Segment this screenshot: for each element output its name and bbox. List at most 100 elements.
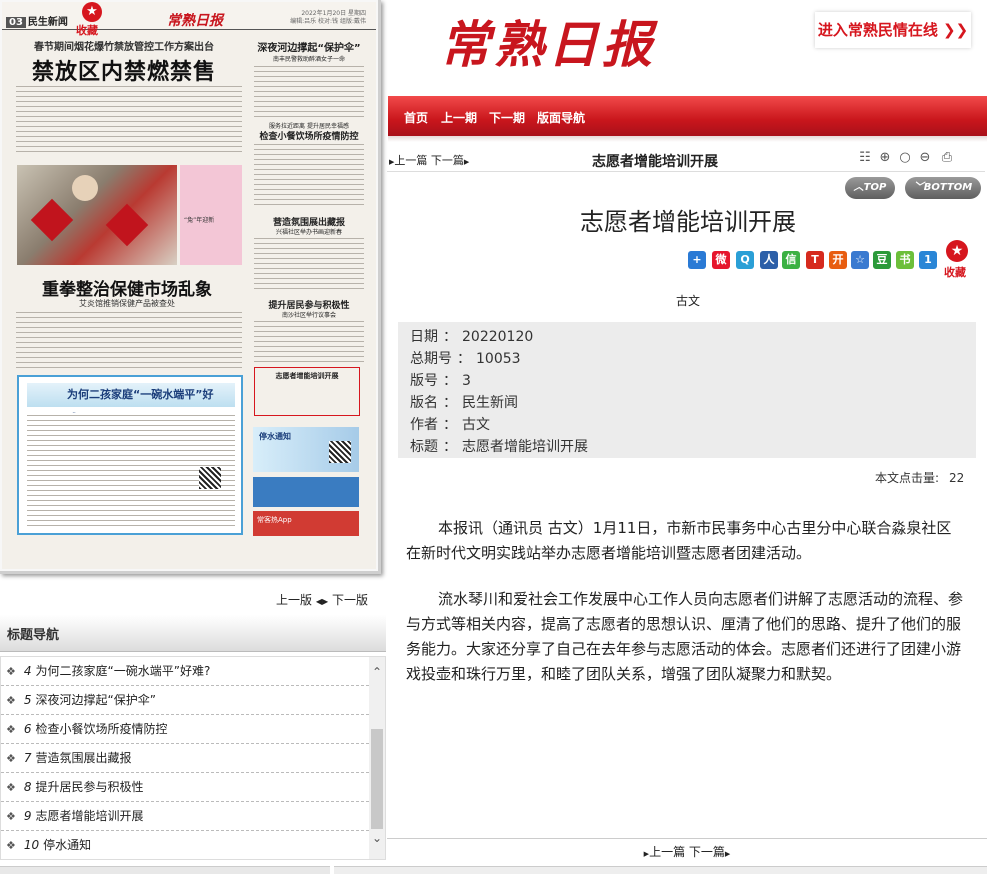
hit-count: 本文点击量: 22 [875,471,965,485]
horizontal-scrollbar[interactable] [334,866,987,874]
bookmark-icon[interactable]: 书 [896,251,914,269]
scroll-up-icon[interactable]: ⌃ [369,665,385,681]
nav-prev-issue[interactable]: 上一期 [441,109,477,126]
article-subhead: 南沙社区举行议事会 [281,312,336,319]
weibo-icon[interactable]: 微 [712,251,730,269]
meta-row: 标题：志愿者增能培训开展 [410,439,588,455]
renren-icon[interactable]: 人 [760,251,778,269]
title-nav-item[interactable]: ❖ 9 志愿者增能培训开展 [1,802,369,831]
newspaper-page-image[interactable]: 03 民生新闻 常熟日报 2022年1月20日 星期四 编辑:吕乐 校对:钱 组版… [2,2,376,569]
enter-minqing-link[interactable]: 进入常熟民情在线 ❯❯ [815,12,971,48]
next-arrow-icon: ▶ [463,158,470,166]
tencent-weibo-icon[interactable]: T [806,251,824,269]
nav-home[interactable]: 首页 [404,109,428,126]
title-nav-item[interactable]: ❖ 10 停水通知 [1,831,369,859]
text-block [254,64,364,119]
page-nav: 上一版 ◀▶ 下一版 [276,591,368,608]
meta-row: 作者：古文 [410,417,490,433]
highlighted-article-region[interactable]: 志愿者增能培训开展 [254,367,360,416]
title-nav-item[interactable]: ❖ 6 检查小餐饮场所疫情防控 [1,715,369,744]
prev-page-link[interactable]: 上一版 [276,593,312,607]
diamond-icon: ❖ [6,694,16,707]
prev-article-link[interactable]: 上一篇 [649,845,685,859]
meta-row: 日期： 20220120 [410,329,534,345]
title-nav-item[interactable]: ❖ 8 提升居民参与积极性 [1,773,369,802]
page-logo: 常熟日报 [167,13,223,29]
star-icon[interactable]: ★ [946,240,968,262]
title-nav-item[interactable]: ❖ 5 深夜河边撑起“保护伞” [1,686,369,715]
nav-shadow [388,136,988,142]
share-plus-icon[interactable]: + [688,251,706,269]
article-headline: 深夜河边撑起“保护伞” [257,43,361,54]
site-logo[interactable]: 常熟日报 [440,10,660,80]
article-paragraph: 本报讯（通讯员 古文）1月11日，市新市民事务中心古里分中心联合淼泉社区在新时代… [406,519,952,562]
page-gutter [987,0,1002,874]
photo-caption-panel: “兔”年迎新 [180,165,242,265]
kaixin-icon[interactable]: 开 [829,251,847,269]
face-shape [72,175,98,201]
star-icon[interactable]: ★ [82,2,102,22]
title-nav-header: 标题导航 [0,615,386,652]
article-toolbar: ▶上一篇 下一篇▶ 志愿者增能培训开展 ☷ ⊕ ○ ⊖ ⎙ [387,146,985,172]
article-prev-next: ▶上一篇 下一篇▶ [389,152,469,168]
print-icon[interactable]: ⎙ [939,150,955,166]
horizontal-scrollbar[interactable] [0,866,330,874]
page-tag: 03 民生新闻 [6,13,71,29]
main-nav: 首页 上一期 下一期 版面导航 [388,96,988,136]
title-nav-item[interactable]: ❖ 4 为何二孩家庭“一碗水端平”好难? [1,657,369,686]
article-author: 古文 [675,294,700,308]
next-article-link[interactable]: 下一篇 [431,154,464,167]
prev-article-link[interactable]: 上一篇 [394,154,427,167]
notice-ad: 停水通知 [253,427,359,472]
nav-next-issue[interactable]: 下一期 [489,109,525,126]
bottom-button[interactable]: ﹀BOTTOM [905,177,981,199]
diamond-icon: ❖ [6,839,16,852]
douban-icon[interactable]: 豆 [873,251,891,269]
title-nav-list[interactable]: ❖ 4 为何二孩家庭“一碗水端平”好难? ❖ 5 深夜河边撑起“保护伞” ❖ 6 检查小餐饮… [0,656,386,860]
scroll-down-icon[interactable]: ⌄ [369,831,385,847]
text-block [254,236,364,290]
bottom-article-nav: ▶上一篇 下一篇▶ [387,838,987,864]
favorite-label[interactable]: 收藏 [944,264,966,280]
article-subhead: 南丰民警救助醉酒女子一命 [272,56,345,63]
lead-title: 禁放区内禁燃禁售 [31,60,216,85]
scrollbar[interactable]: ⌃ ⌄ [369,657,385,859]
next-arrow-icon: ▶ [724,850,731,858]
qzone-icon[interactable]: Q [736,251,754,269]
qr-code-icon [329,441,351,463]
text-block [16,310,242,368]
second-headline: 重拳整治保健市场乱象 [42,280,212,300]
article-paragraph: 流水琴川和爱社会工作发展中心工作人员向志愿者们讲解了志愿活动的流程、参与方式等相… [406,590,964,683]
zoom-reset-icon[interactable]: ○ [897,150,913,166]
next-article-link[interactable]: 下一篇 [689,845,725,859]
notepad-icon[interactable]: ☷ [857,150,873,166]
zoom-in-icon[interactable]: ⊕ [877,150,893,166]
top-button[interactable]: ︿TOP [845,177,895,199]
text-block [16,84,242,154]
meta-row: 版名：民生新闻 [410,395,518,411]
meta-row: 版号： 3 [410,373,471,389]
next-page-link[interactable]: 下一版 [332,593,368,607]
more-share-icon[interactable]: 1 [919,251,937,269]
text-block [254,142,364,207]
app-ad: 常客热App [253,511,359,536]
favorite-label[interactable]: 收藏 [76,22,98,38]
newspaper-page-frame[interactable]: 03 民生新闻 常熟日报 2022年1月20日 星期四 编辑:吕乐 校对:钱 组版… [0,0,381,574]
page-number: 03 [6,17,26,28]
zoom-out-icon[interactable]: ⊖ [917,150,933,166]
star-share-icon[interactable]: ☆ [851,251,869,269]
article-meta: 日期： 20220120 总期号： 10053 版号： 3 版名：民生新闻 作者：古文… [398,322,976,458]
diamond-icon: ❖ [6,810,16,823]
toolbar-article-title: 志愿者增能培训开展 [592,154,718,170]
title-nav-item[interactable]: ❖ 7 营造氛围展出藏报 [1,744,369,773]
scroll-thumb[interactable] [371,729,383,829]
news-photo [17,165,177,265]
diamond-icon: ❖ [6,781,16,794]
diamond-icon: ❖ [6,752,16,765]
chevron-up-icon: ︿ [853,182,864,193]
feature-box-title: 为何二孩家庭“一碗水端平”好难？ [27,383,235,425]
nav-layout[interactable]: 版面导航 [537,109,585,126]
wechat-icon[interactable]: 信 [782,251,800,269]
article-subhead: 兴福社区举办书画迎新春 [275,229,342,236]
paper-cut-decoration [30,198,74,242]
